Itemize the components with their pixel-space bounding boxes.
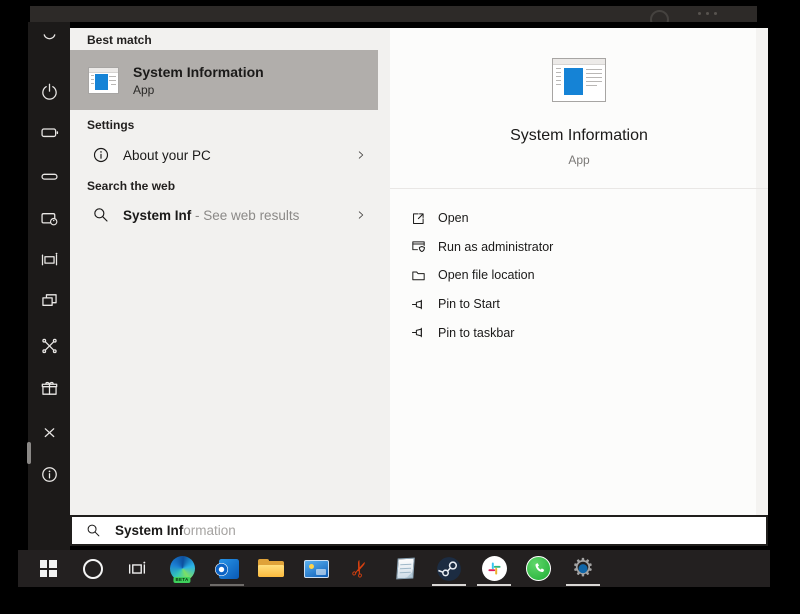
photos-monitor-button[interactable] [296,550,336,587]
whatsapp-icon [526,556,551,581]
open-window-icon [410,210,427,227]
edge-beta-button[interactable]: BETA [162,550,202,587]
filmstrip-icon[interactable] [38,248,60,270]
battery-icon[interactable] [38,121,60,143]
gift-icon[interactable] [38,377,60,399]
edge-icon: BETA [170,556,195,581]
running-indicator [432,584,466,587]
slack-icon [482,556,507,581]
action-label: Open [438,211,469,225]
running-indicator [477,584,511,587]
titlebar-dot [698,12,701,15]
section-header-settings: Settings [87,118,134,132]
action-label: Pin to Start [438,297,500,311]
slack-button[interactable] [474,550,514,587]
search-icon [91,205,111,225]
system-information-app-icon [88,67,119,94]
system-information-app-icon-large [552,58,606,102]
result-item-about-your-pc[interactable]: About your PC [70,137,390,173]
titlebar-dot [714,12,717,15]
pin-icon [410,296,427,313]
action-label: Run as administrator [438,240,553,254]
window-titlebar [30,6,757,22]
result-title: System Information [133,64,264,80]
web-search-query: System Inf [123,208,191,223]
chevron-right-icon [354,208,368,222]
shield-window-icon [410,238,427,255]
file-explorer-icon [258,559,284,579]
scissors-icon: ✂ [347,556,374,581]
arc-icon [38,26,60,48]
task-view-button[interactable] [117,550,157,587]
taskbar: BETA ✂ [18,550,770,587]
typed-text: System Inf [115,523,183,538]
pin-icon [410,324,427,341]
result-item-system-information[interactable]: System Information App [70,50,378,110]
search-results-panel: Best match System Information App Settin… [70,28,390,516]
action-label: Pin to taskbar [438,326,514,340]
open-file-location-action[interactable]: Open file location [390,261,756,290]
notepad-icon [396,558,415,580]
run-as-administrator-action[interactable]: Run as administrator [390,233,756,262]
steam-icon [436,556,462,582]
result-label: About your PC [123,148,211,163]
snipping-tool-button[interactable]: ✂ [340,550,380,587]
result-item-web-search[interactable]: System Inf - See web results [70,197,390,233]
titlebar-circle-icon [650,10,669,22]
beta-badge: BETA [173,577,190,584]
titlebar-dot [706,12,709,15]
cortana-icon [83,559,103,579]
result-subtitle: App [133,83,264,97]
result-label: System Inf - See web results [123,208,299,223]
cross-jack-icon[interactable] [38,334,60,356]
running-indicator [210,584,244,587]
running-indicator [566,584,600,587]
search-input[interactable]: System Information [70,515,768,546]
app-title: System Information [390,127,768,145]
action-list: Open Run as administrator Open file loca… [390,204,756,347]
power-icon[interactable] [38,81,60,103]
outlook-icon [215,559,239,579]
battery-slim-icon[interactable] [38,165,60,187]
search-text: System Information [115,523,236,538]
section-header-best-match: Best match [87,33,152,47]
rail-position-indicator [27,442,31,464]
x-close-icon[interactable] [38,421,60,443]
divider [390,188,768,189]
windows-logo-icon [40,560,57,577]
autocomplete-suggestion: ormation [183,523,236,538]
pin-to-start-action[interactable]: Pin to Start [390,290,756,319]
steam-button[interactable] [429,550,469,587]
app-subtitle: App [390,153,768,167]
action-label: Open file location [438,268,535,282]
chevron-right-icon [354,148,368,162]
scrollbar-track[interactable] [756,28,768,516]
settings-gear-icon: ⚙ [570,556,596,582]
file-explorer-button[interactable] [251,550,291,587]
info-icon[interactable] [38,463,60,485]
task-view-icon [126,558,148,580]
outlook-button[interactable] [207,550,247,587]
pin-to-taskbar-action[interactable]: Pin to taskbar [390,318,756,347]
folder-icon [410,267,427,284]
left-rail [28,22,70,550]
info-circle-icon [91,145,111,165]
search-icon [85,522,102,539]
copy-windows-icon[interactable] [38,289,60,311]
whatsapp-button[interactable] [518,550,558,587]
start-button[interactable] [28,550,68,587]
open-action[interactable]: Open [390,204,756,233]
notepad-button[interactable] [385,550,425,587]
detail-panel: System Information App Open Run as admin… [390,28,768,516]
photos-monitor-icon [304,560,329,578]
touch-display-icon[interactable] [38,207,60,229]
settings-button[interactable]: ⚙ [563,550,603,587]
cortana-button[interactable] [73,550,113,587]
web-search-suffix: - See web results [191,208,299,223]
section-header-search-the-web: Search the web [87,179,175,193]
